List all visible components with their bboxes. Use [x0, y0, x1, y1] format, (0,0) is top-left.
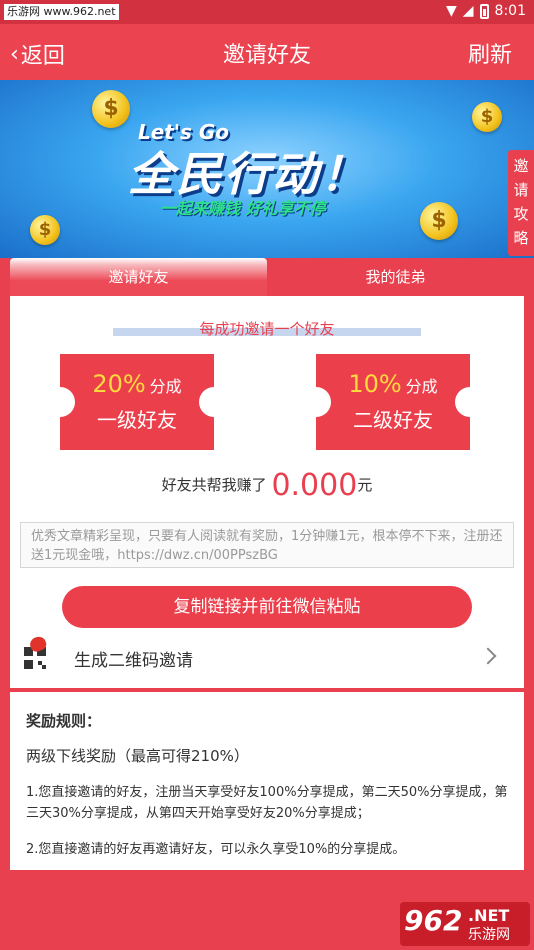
- coin-icon: $: [92, 90, 130, 128]
- status-bar: 乐游网 www.962.net ▼ ◢ 8:01: [0, 0, 534, 24]
- rules-summary: 两级下线奖励（最高可得210%）: [26, 747, 249, 765]
- tier-ticket-level-2: 10% 分成 二级好友: [301, 354, 485, 450]
- tier-level: 一级好友: [97, 408, 177, 432]
- banner-subline: 一起来赚钱 好礼享不停: [160, 199, 326, 218]
- coin-icon: $: [472, 102, 502, 132]
- logo-name: 乐游网: [468, 927, 510, 943]
- coin-icon: $: [420, 202, 458, 240]
- earnings-prefix: 好友共帮我赚了: [161, 476, 267, 494]
- logo-net: .NET: [468, 906, 510, 925]
- earnings-amount: 0.000: [271, 468, 358, 503]
- tier-unit: 分成: [149, 377, 182, 396]
- copy-link-button[interactable]: 复制链接并前往微信粘贴: [62, 586, 472, 628]
- invite-headline: 每成功邀请一个好友: [199, 320, 335, 338]
- app-bar: ‹ 返回 邀请好友 刷新: [0, 24, 534, 80]
- share-text-box[interactable]: 优秀文章精彩呈现，只要有人阅读就有奖励，1分钟赚1元，根本停不下来，注册还送1元…: [20, 522, 514, 568]
- tier-ticket-level-1: 20% 分成 一级好友: [45, 354, 229, 450]
- promo-banner[interactable]: $ $ $ $ Let's Go 全民行动！ 一起来赚钱 好礼享不停: [0, 80, 534, 258]
- rules-item-1: 1.您直接邀请的好友，注册当天享受好友100%分享提成，第二天50%分享提成，第…: [26, 785, 508, 821]
- tab-bar: 邀请好友 我的徒弟: [10, 258, 524, 296]
- signal-icon: ◢: [462, 3, 474, 19]
- logo-number: 962: [404, 904, 463, 937]
- back-button[interactable]: ‹ 返回: [10, 38, 65, 70]
- earnings-suffix: 元: [357, 476, 373, 494]
- chevron-right-icon: [479, 647, 497, 665]
- reward-rules: 奖励规则： 两级下线奖励（最高可得210%） 1.您直接邀请的好友，注册当天享受…: [10, 692, 524, 870]
- qr-invite-label: 生成二维码邀请: [74, 651, 193, 671]
- tier-percent: 10%: [348, 370, 402, 398]
- coin-icon: $: [30, 215, 60, 245]
- clock: 8:01: [494, 3, 526, 19]
- invite-guide-label: 邀请攻略: [513, 157, 529, 247]
- watermark-text: 乐游网 www.962.net: [4, 4, 119, 20]
- tier-level: 二级好友: [353, 408, 433, 432]
- tier-percent: 20%: [92, 370, 146, 398]
- invite-guide-tab[interactable]: 邀请攻略: [508, 150, 534, 256]
- refresh-button[interactable]: 刷新: [468, 37, 512, 69]
- wifi-icon: ▼: [445, 3, 457, 19]
- earnings-line: 好友共帮我赚了 0.000元: [10, 468, 524, 503]
- tab-my-apprentices[interactable]: 我的徒弟: [267, 258, 524, 296]
- chevron-left-icon: ‹: [10, 41, 19, 67]
- invite-card: 每成功邀请一个好友 20% 分成 一级好友 10% 分成 二级好友 好友共帮我赚了 …: [10, 296, 524, 688]
- qr-invite-row[interactable]: 生成二维码邀请: [10, 636, 524, 682]
- rules-title: 奖励规则：: [26, 712, 102, 730]
- qr-code-icon: [24, 647, 46, 669]
- tab-invite-friends[interactable]: 邀请好友: [10, 258, 267, 296]
- battery-icon: [479, 3, 489, 19]
- page-title: 邀请好友: [222, 43, 311, 68]
- rules-item-2: 2.您直接邀请的好友再邀请好友，可以永久享受10%的分享提成。: [26, 842, 406, 857]
- tier-unit: 分成: [405, 377, 438, 396]
- site-logo: 962 .NET 乐游网: [400, 902, 530, 946]
- back-label: 返回: [20, 44, 65, 69]
- status-icons: ▼ ◢ 8:01: [446, 3, 526, 19]
